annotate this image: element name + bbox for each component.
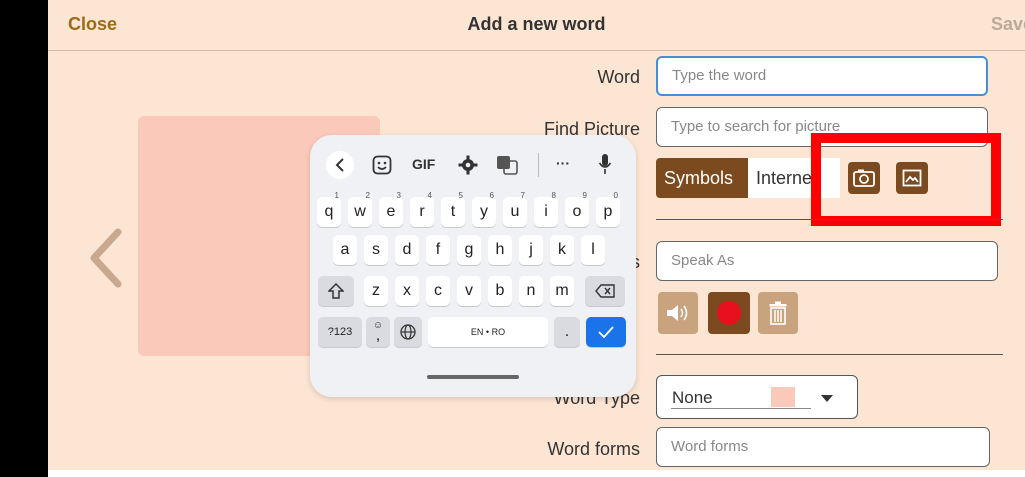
- keyboard-back-button[interactable]: [326, 151, 354, 179]
- page-title: Add a new word: [467, 14, 606, 34]
- key-m[interactable]: m: [550, 276, 574, 306]
- key-u[interactable]: 7u: [503, 191, 527, 227]
- key-y[interactable]: 6y: [472, 191, 496, 227]
- key-p[interactable]: 0p: [596, 191, 620, 227]
- space-key[interactable]: EN • RO: [428, 317, 548, 347]
- top-bar: Close Add a new word Save: [48, 0, 1025, 51]
- key-r[interactable]: 4r: [410, 191, 434, 227]
- key-d[interactable]: d: [395, 235, 419, 265]
- key-q[interactable]: 1q: [317, 191, 341, 227]
- word-forms-label: Word forms: [547, 439, 640, 459]
- key-b[interactable]: b: [488, 276, 512, 306]
- word-type-value: None: [672, 388, 713, 407]
- numbers-key[interactable]: ?123: [318, 317, 362, 347]
- word-type-select[interactable]: None: [656, 375, 858, 419]
- key-v[interactable]: v: [457, 276, 481, 306]
- key-o[interactable]: 9o: [565, 191, 589, 227]
- gear-icon[interactable]: [458, 155, 478, 175]
- device-bezel: [0, 0, 48, 477]
- color-swatch: [771, 387, 795, 407]
- key-i[interactable]: 8i: [534, 191, 558, 227]
- key-z[interactable]: z: [364, 276, 388, 306]
- toolbar-separator: [538, 153, 539, 177]
- key-k[interactable]: k: [550, 235, 574, 265]
- key-g[interactable]: g: [457, 235, 481, 265]
- section-divider: [656, 354, 1003, 355]
- language-key[interactable]: [394, 317, 422, 347]
- dropdown-arrow-icon: [821, 395, 833, 402]
- gif-button[interactable]: GIF: [412, 156, 435, 172]
- backspace-icon: [595, 284, 615, 298]
- section-divider: [656, 219, 1003, 220]
- mic-icon[interactable]: [598, 153, 612, 175]
- backspace-key[interactable]: [585, 276, 625, 306]
- key-h[interactable]: h: [488, 235, 512, 265]
- key-c[interactable]: c: [426, 276, 450, 306]
- key-f[interactable]: f: [426, 235, 450, 265]
- globe-icon: [400, 324, 416, 340]
- bottom-edge: [48, 470, 1025, 477]
- record-icon: [717, 301, 741, 325]
- key-s[interactable]: s: [364, 235, 388, 265]
- word-label: Word: [597, 67, 640, 87]
- word-forms-input[interactable]: Word forms: [656, 427, 990, 467]
- select-underline: [671, 408, 811, 409]
- key-w[interactable]: 2w: [348, 191, 372, 227]
- record-button[interactable]: [708, 292, 750, 334]
- enter-key[interactable]: [586, 317, 626, 347]
- chevron-left-icon: [335, 158, 344, 172]
- trash-icon: [769, 301, 787, 325]
- word-input[interactable]: Type the word: [656, 56, 988, 96]
- chevron-left-icon[interactable]: [86, 228, 126, 288]
- period-key[interactable]: .: [554, 317, 580, 347]
- more-button[interactable]: ···: [556, 155, 570, 171]
- highlight-box: [811, 133, 1001, 226]
- key-e[interactable]: 3e: [379, 191, 403, 227]
- delete-audio-button[interactable]: [758, 292, 798, 334]
- save-button[interactable]: Save: [991, 14, 1025, 35]
- key-j[interactable]: j: [519, 235, 543, 265]
- shift-icon: [327, 282, 345, 299]
- speak-as-input[interactable]: Speak As: [656, 241, 998, 281]
- key-x[interactable]: x: [395, 276, 419, 306]
- key-n[interactable]: n: [519, 276, 543, 306]
- play-audio-button[interactable]: [658, 292, 698, 334]
- translate-icon[interactable]: [496, 155, 518, 175]
- key-t[interactable]: 5t: [441, 191, 465, 227]
- speaker-icon: [667, 305, 688, 321]
- keyboard-drag-handle[interactable]: [427, 375, 519, 379]
- key-l[interactable]: l: [581, 235, 605, 265]
- emoji-comma-key[interactable]: ☺ ,: [366, 317, 390, 347]
- check-icon: [598, 326, 614, 339]
- tab-symbols[interactable]: Symbols: [656, 158, 748, 198]
- sticker-icon[interactable]: [372, 155, 392, 175]
- key-a[interactable]: a: [333, 235, 357, 265]
- floating-keyboard: GIF ··· 1q 2w 3e 4r 5t 6y 7u 8i 9o 0p a …: [310, 135, 636, 397]
- shift-key[interactable]: [318, 276, 354, 306]
